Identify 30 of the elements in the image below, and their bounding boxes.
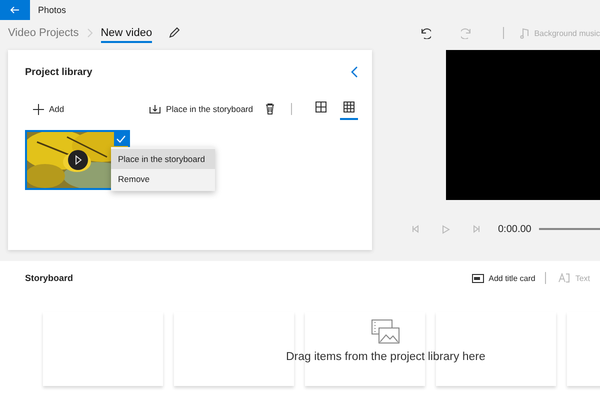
empty-hint: Drag items from the project library here [286,351,486,363]
play-button-icon[interactable] [68,150,88,170]
collapse-chevron-icon[interactable] [351,66,358,78]
text-box-icon [558,273,570,283]
add-title-card-button[interactable]: Add title card [472,274,536,282]
checkmark-icon [116,135,126,143]
back-arrow-icon [10,6,20,14]
place-button[interactable]: Place in the storyboard [149,104,253,114]
chevron-icon [86,28,93,38]
trash-icon[interactable] [265,103,275,115]
back-button[interactable] [0,0,30,20]
small-grid-icon [343,101,355,113]
pencil-icon[interactable] [168,27,180,39]
storyboard-title: Storyboard [25,273,74,283]
menu-item[interactable]: Remove [111,169,215,189]
breadcrumb-link[interactable]: Video Projects [8,23,79,43]
media-icon [370,319,401,345]
app-title: Photos [38,5,66,15]
add-button[interactable]: Add [33,104,64,114]
undo-icon[interactable] [419,27,432,39]
panel-title: Project library [25,66,92,78]
tray-arrow-icon [149,104,162,114]
menu-item[interactable]: Place in the storyboard [111,149,215,169]
music-note-icon [520,28,530,38]
checkbox[interactable] [114,132,128,146]
title-card-icon [472,274,484,282]
time-readout: 0:00.00 [498,224,532,234]
breadcrumb-link[interactable]: New video [100,23,152,43]
large-grid-icon [315,101,327,113]
plus-icon [33,104,44,114]
